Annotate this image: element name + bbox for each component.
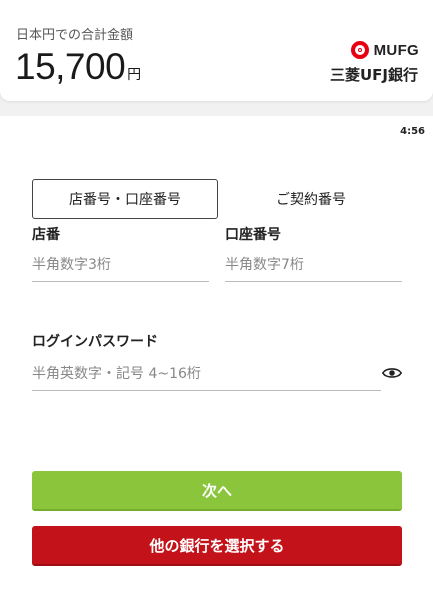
branch-label: 店番	[32, 227, 60, 243]
next-button[interactable]: 次へ	[32, 471, 402, 511]
time-display: 4:56	[400, 126, 425, 137]
password-label: ログインパスワード	[32, 334, 158, 350]
tab-branch-account[interactable]: 店番号・口座番号	[32, 179, 218, 219]
currency-unit: 円	[127, 67, 142, 83]
bank-name: 三菱UFJ銀行	[329, 66, 418, 84]
bank-logo-text: MUFG	[373, 41, 419, 59]
tab-contract-number[interactable]: ご契約番号	[218, 179, 404, 219]
bank-logo: MUFG	[350, 41, 419, 59]
account-number-input[interactable]	[225, 248, 402, 282]
login-panel: 4:56 店番号・口座番号 ご契約番号 店番 口座番号 ログインパスワード 次へ…	[0, 116, 433, 600]
total-amount: 15,700 円	[15, 46, 141, 88]
mufg-logo-icon	[350, 41, 369, 59]
eye-icon[interactable]	[382, 365, 402, 381]
amount-value: 15,700	[15, 46, 126, 87]
login-password-input[interactable]	[32, 357, 381, 391]
select-other-bank-button[interactable]: 他の銀行を選択する	[32, 526, 402, 566]
payment-summary-card: 日本円での合計金額 15,700 円 MUFG 三菱UFJ銀行	[0, 0, 433, 101]
account-label: 口座番号	[225, 227, 281, 243]
branch-number-input[interactable]	[32, 248, 209, 282]
total-amount-label: 日本円での合計金額	[16, 28, 134, 43]
